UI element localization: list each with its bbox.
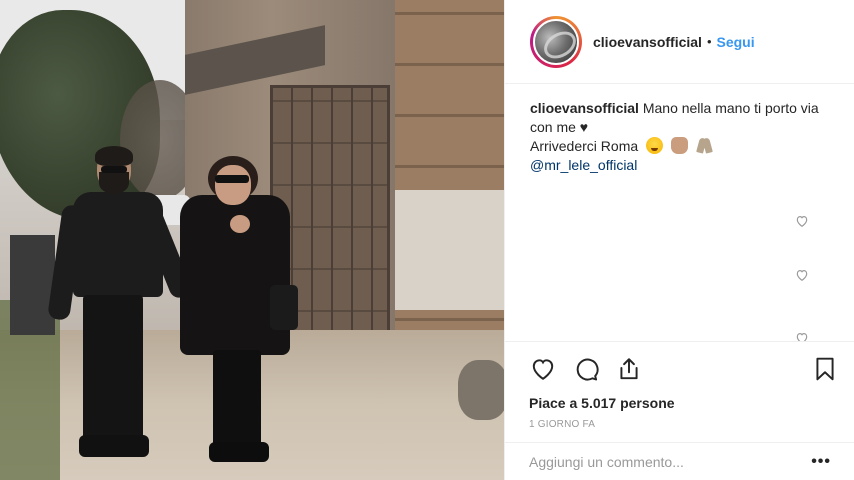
woman-sunglasses xyxy=(215,175,249,183)
man-legs xyxy=(83,295,143,445)
woman-boots xyxy=(209,442,269,462)
avatar[interactable] xyxy=(533,18,579,65)
action-icons xyxy=(529,349,839,389)
comment-icon[interactable] xyxy=(572,355,600,383)
man-hair xyxy=(95,146,133,166)
woman-head xyxy=(215,165,251,205)
post-actions: Piace a 5.017 persone 1 GIORNO FA xyxy=(505,341,854,430)
photo-bin xyxy=(10,235,55,335)
likes-count[interactable]: Piace a 5.017 persone xyxy=(529,395,839,411)
instagram-post: clioevansofficial • Segui clioevansoffic… xyxy=(0,0,854,480)
folded-hands-emoji xyxy=(696,137,714,154)
man-beard xyxy=(99,172,129,194)
man-sunglasses xyxy=(101,166,127,173)
share-icon[interactable] xyxy=(615,355,643,383)
heart-icon[interactable] xyxy=(795,331,809,341)
avatar-story-ring[interactable] xyxy=(530,15,582,68)
more-options-icon[interactable]: ••• xyxy=(811,453,831,471)
header-username[interactable]: clioevansofficial xyxy=(593,34,702,50)
woman-bag xyxy=(270,285,298,330)
photo-wall-plaster xyxy=(395,190,504,310)
man-boots xyxy=(79,435,149,457)
post-caption: clioevansofficial Mano nella mano ti por… xyxy=(530,99,830,175)
heart-icon[interactable] xyxy=(795,268,809,282)
comments-area[interactable]: clioevansofficial Mano nella mano ti por… xyxy=(505,85,854,341)
photo-rock xyxy=(458,360,504,420)
caption-line-2: Arrivederci Roma xyxy=(530,138,639,154)
bookmark-icon[interactable] xyxy=(811,355,839,383)
man-jacket xyxy=(73,192,163,297)
post-header: clioevansofficial • Segui xyxy=(505,0,854,84)
photo-woman xyxy=(175,156,300,480)
header-separator: • xyxy=(706,34,712,49)
caption-username[interactable]: clioevansofficial xyxy=(530,100,639,116)
follow-button[interactable]: Segui xyxy=(717,34,755,50)
woman-hand xyxy=(230,215,250,233)
caption-mention[interactable]: @mr_lele_official xyxy=(530,157,637,173)
post-photo[interactable] xyxy=(0,0,504,480)
heart-icon[interactable] xyxy=(795,214,809,228)
post-timestamp[interactable]: 1 GIORNO FA xyxy=(529,419,839,430)
heart-icon[interactable] xyxy=(529,355,557,383)
comment-input[interactable] xyxy=(529,453,812,470)
woman-legs xyxy=(213,350,261,450)
post-side-panel: clioevansofficial • Segui clioevansoffic… xyxy=(504,0,854,480)
photo-man xyxy=(47,146,194,480)
clapping-hands-emoji xyxy=(671,137,689,154)
star-struck-emoji xyxy=(646,137,664,154)
add-comment-bar: ••• xyxy=(505,442,854,480)
